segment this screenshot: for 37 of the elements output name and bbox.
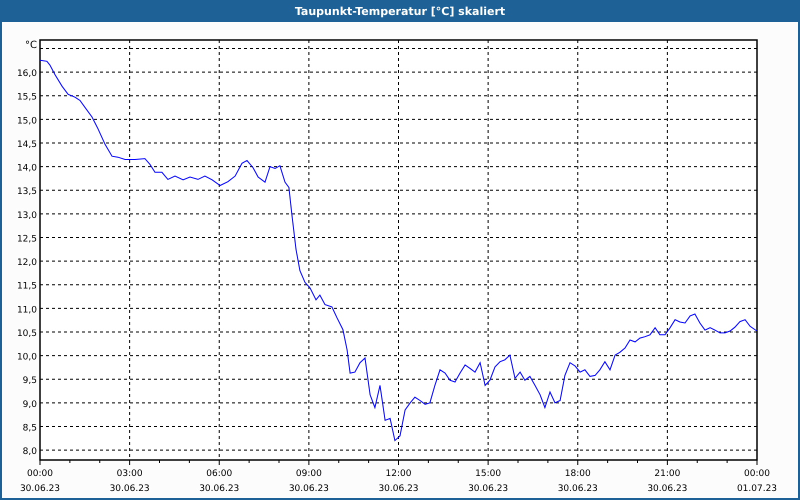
date-label: 30.06.23 bbox=[288, 484, 329, 494]
y-tick-label: 15,5 bbox=[16, 92, 37, 103]
x-tick-label: 09:00 bbox=[296, 469, 322, 479]
x-tick-label: 18:00 bbox=[564, 469, 591, 479]
x-tick-label: 21:00 bbox=[654, 469, 680, 479]
date-label: 30.06.23 bbox=[378, 484, 419, 494]
x-tick-label: 03:00 bbox=[116, 469, 143, 479]
y-tick-label: 9,5 bbox=[22, 376, 37, 386]
y-tick-label: 15,0 bbox=[16, 116, 37, 126]
date-label: 30.06.23 bbox=[647, 484, 688, 494]
y-tick-label: 10,0 bbox=[16, 352, 37, 363]
window-title: Taupunkt-Temperatur [°C] skaliert bbox=[0, 0, 800, 22]
y-tick-label: 8,5 bbox=[22, 423, 37, 434]
y-tick-label: 16,0 bbox=[16, 69, 37, 80]
x-tick-label: 06:00 bbox=[206, 469, 232, 479]
x-tick-label: 15:00 bbox=[475, 469, 502, 479]
y-tick-label: 13,5 bbox=[16, 187, 37, 198]
x-tick-label: 00:00 bbox=[744, 469, 770, 479]
y-tick-label: 11,5 bbox=[16, 282, 37, 292]
y-tick-label: 12,0 bbox=[16, 258, 37, 268]
x-tick-label: 12:00 bbox=[386, 469, 412, 479]
date-label: 30.06.23 bbox=[20, 484, 60, 494]
y-tick-label: 12,5 bbox=[16, 234, 37, 244]
x-tick-label: 00:00 bbox=[27, 469, 53, 479]
y-tick-label: 13,0 bbox=[16, 210, 37, 221]
y-tick-label: 8,0 bbox=[22, 447, 37, 458]
y-tick-label: 9,0 bbox=[22, 400, 37, 410]
date-label: 30.06.23 bbox=[199, 484, 240, 494]
date-label: 30.06.23 bbox=[468, 484, 508, 494]
y-tick-label: 10,5 bbox=[16, 328, 37, 339]
y-tick-label: 14,0 bbox=[16, 164, 37, 174]
date-label: 01.07.23 bbox=[736, 484, 778, 494]
y-tick-label: 14,5 bbox=[16, 140, 37, 150]
date-label: 30.06.23 bbox=[558, 484, 598, 494]
date-label: 30.06.23 bbox=[110, 484, 150, 494]
y-axis-unit: °C bbox=[25, 40, 37, 51]
y-tick-label: 11,0 bbox=[16, 305, 37, 316]
